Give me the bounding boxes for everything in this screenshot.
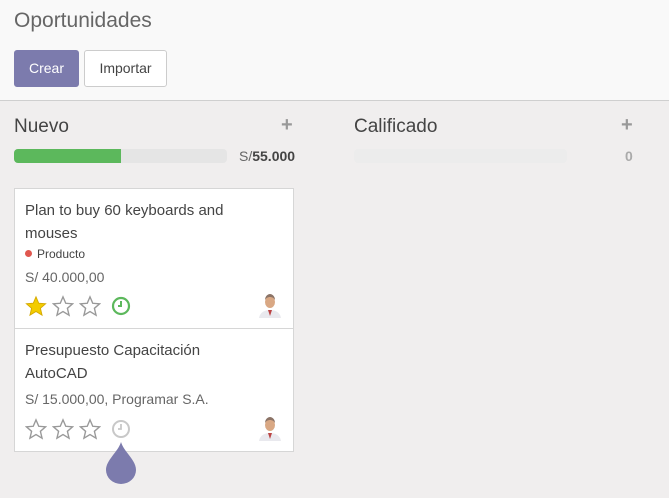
card-tag: Producto xyxy=(25,247,283,261)
star-empty-icon[interactable] xyxy=(79,418,101,440)
add-card-button[interactable]: + xyxy=(621,114,633,137)
card-footer xyxy=(25,417,131,441)
star-empty-icon[interactable] xyxy=(79,295,101,317)
add-card-button[interactable]: + xyxy=(281,114,293,137)
page-title: Oportunidades xyxy=(14,9,152,32)
card-revenue: S/ 15.000,00, Programar S.A. xyxy=(25,391,209,407)
star-empty-icon[interactable] xyxy=(52,418,74,440)
tooltip-pointer-icon xyxy=(106,442,136,484)
star-filled-icon[interactable] xyxy=(25,295,47,317)
create-button[interactable]: Crear xyxy=(14,50,79,87)
activity-clock-icon[interactable] xyxy=(111,296,131,316)
column-title: Nuevo xyxy=(14,116,69,137)
column-progress-bar[interactable] xyxy=(14,149,227,163)
column-aggregate: 0 xyxy=(625,148,633,164)
column-aggregate: S/55.000 xyxy=(239,148,295,164)
kanban-card[interactable]: Plan to buy 60 keyboards and mouses Prod… xyxy=(15,189,293,329)
import-button[interactable]: Importar xyxy=(84,50,167,87)
star-empty-icon[interactable] xyxy=(25,418,47,440)
card-revenue: S/ 40.000,00 xyxy=(25,269,105,285)
card-footer xyxy=(25,294,131,318)
avatar[interactable] xyxy=(257,415,283,441)
card-title: Plan to buy 60 keyboards and mouses xyxy=(25,202,224,242)
star-empty-icon[interactable] xyxy=(52,295,74,317)
progress-fill xyxy=(14,149,121,163)
tag-label: Producto xyxy=(37,247,86,261)
tag-color-dot xyxy=(25,250,32,257)
card-title: Presupuesto Capacitación AutoCAD xyxy=(25,342,201,382)
aggregate-value: 55.000 xyxy=(252,148,296,164)
avatar[interactable] xyxy=(257,292,283,318)
activity-clock-icon[interactable] xyxy=(111,419,131,439)
currency-label: S/ xyxy=(239,148,253,164)
column-progress-bar[interactable] xyxy=(354,149,567,163)
column-title: Calificado xyxy=(354,116,438,137)
card-list: Plan to buy 60 keyboards and mouses Prod… xyxy=(14,188,294,452)
kanban-card[interactable]: Presupuesto Capacitación AutoCAD S/ 15.0… xyxy=(15,329,293,451)
control-panel: Oportunidades Crear Importar xyxy=(0,0,669,101)
